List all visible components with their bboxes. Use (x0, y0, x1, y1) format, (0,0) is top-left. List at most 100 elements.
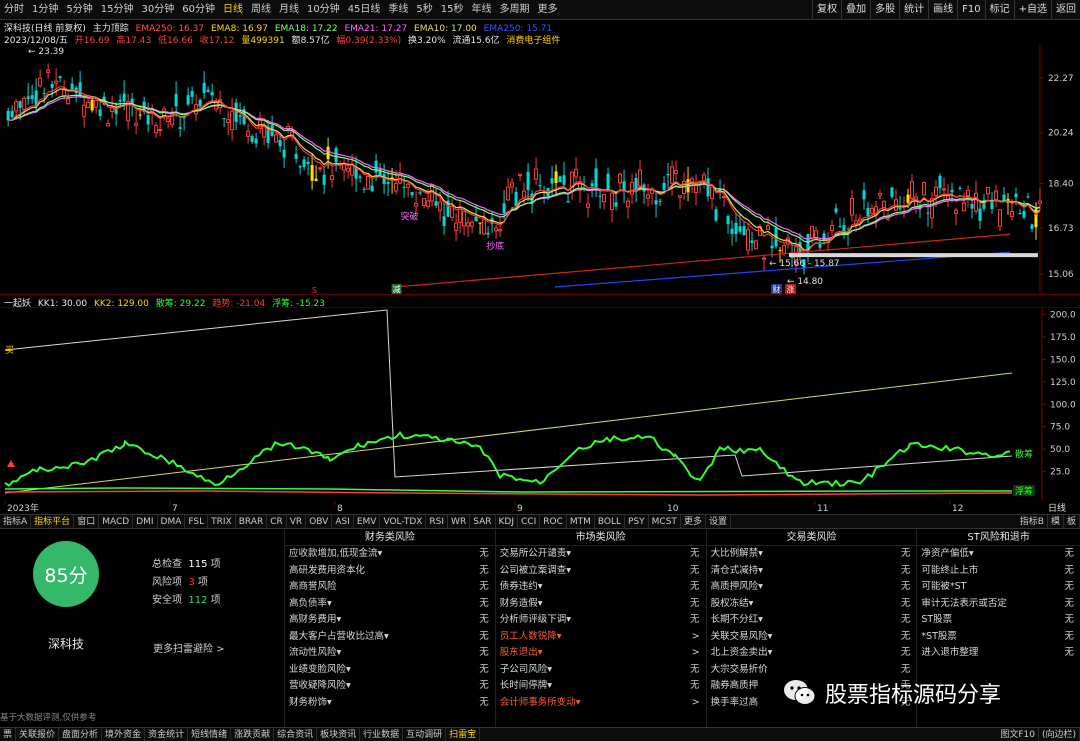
indicator-tab[interactable]: 更多 (681, 514, 706, 529)
candlestick-chart[interactable]: 22.27 20.24 18.40 16.73 15.06 ← 23.39 ← 15.66 … (0, 45, 1080, 295)
indicator-tab[interactable]: ASI (332, 514, 354, 529)
indicator-tab[interactable]: 指标A (0, 514, 32, 529)
risk-item[interactable]: 股权冻结▾ 无 (707, 596, 917, 613)
indicator-tab[interactable]: RSI (426, 514, 449, 529)
indicator-tab-right[interactable]: 模 (1048, 514, 1064, 529)
risk-item[interactable]: 财务造假▾ 无 (496, 596, 706, 613)
period-tab[interactable]: 更多 (534, 0, 562, 20)
risk-item[interactable]: 财务粉饰▾ 无 (285, 695, 495, 712)
risk-item[interactable]: *ST股票 无 (917, 629, 1080, 646)
bottom-tab[interactable]: 短线情绪 (188, 727, 232, 741)
bottom-tab[interactable]: 涨跌贡献 (231, 727, 275, 741)
period-tab[interactable]: 1分钟 (28, 0, 62, 20)
risk-item[interactable]: 高负债率▾ 无 (285, 596, 495, 613)
indicator-tab[interactable]: VR (287, 514, 307, 529)
toolbar-button[interactable]: 统计 (899, 0, 928, 20)
risk-item[interactable]: 高财务费用▾ 无 (285, 612, 495, 629)
indicator-tab[interactable]: FSL (185, 514, 209, 529)
bottom-tab[interactable]: 行业数据 (360, 727, 404, 741)
period-tab[interactable]: 15分钟 (97, 0, 138, 20)
indicator-tab[interactable]: KDJ (496, 514, 518, 529)
toolbar-button[interactable]: F10 (957, 0, 984, 20)
indicator-tab[interactable]: 指标平台 (31, 514, 75, 529)
bottom-tab[interactable]: 资金统计 (145, 727, 189, 741)
risk-item[interactable]: 流动性风险▾ 无 (285, 645, 495, 662)
indicator-tab[interactable]: WR (448, 514, 471, 529)
bottom-right-link[interactable]: (向边栏) (1039, 727, 1080, 741)
risk-item[interactable]: 北上资金卖出▾ 无 (707, 645, 917, 662)
indicator-tab[interactable]: BRAR (236, 514, 268, 529)
risk-item[interactable]: 员工人数锐降▾ > (496, 629, 706, 646)
risk-item[interactable]: 长时间停牌▾ 无 (496, 678, 706, 695)
period-tab[interactable]: 10分钟 (303, 0, 344, 20)
risk-item[interactable]: 交易所公开谴责▾ 无 (496, 546, 706, 563)
indicator-tab[interactable]: MTM (567, 514, 595, 529)
period-tab[interactable]: 5分钟 (62, 0, 96, 20)
risk-item[interactable]: 审计无法表示或否定 无 (917, 596, 1080, 613)
indicator-tab[interactable]: DMA (158, 514, 186, 529)
bottom-tab[interactable]: 综合资讯 (274, 727, 318, 741)
risk-item[interactable]: 高商誉风险 无 (285, 579, 495, 596)
risk-item[interactable]: 高质押风险▾ 无 (707, 579, 917, 596)
indicator-tab[interactable]: 设置 (706, 514, 731, 529)
risk-item[interactable]: 公司被立案调查▾ 无 (496, 563, 706, 580)
risk-item[interactable]: 会计师事务所变动▾ > (496, 695, 706, 712)
bottom-tab[interactable]: 盘面分析 (59, 727, 103, 741)
toolbar-button[interactable]: 复权 (812, 0, 841, 20)
risk-item[interactable]: 债券违约▾ 无 (496, 579, 706, 596)
indicator-tab[interactable]: CR (267, 514, 287, 529)
period-tab[interactable]: 5秒 (412, 0, 436, 20)
period-tab[interactable]: 日线 (219, 0, 247, 20)
period-tab[interactable]: 季线 (384, 0, 412, 20)
period-tab[interactable]: 年线 (468, 0, 496, 20)
risk-item[interactable]: 业绩变脸风险▾ 无 (285, 662, 495, 679)
more-scan-link[interactable]: 更多扫雷避险 > (153, 640, 225, 655)
indicator-tab[interactable]: CCI (518, 514, 541, 529)
indicator-tab[interactable]: MACD (99, 514, 134, 529)
indicator-tab[interactable]: EMV (354, 514, 381, 529)
bottom-tab[interactable]: 互动调研 (403, 727, 447, 741)
risk-item[interactable]: 分析师评级下调▾ 无 (496, 612, 706, 629)
period-tab[interactable]: 多周期 (496, 0, 534, 20)
risk-item[interactable]: 子公司风险▾ 无 (496, 662, 706, 679)
risk-item[interactable]: 营收疑降风险▾ 无 (285, 678, 495, 695)
period-tab[interactable]: 周线 (247, 0, 275, 20)
indicator-tab-right[interactable]: 指标B (1017, 514, 1048, 529)
risk-item[interactable]: 高研发费用资本化 无 (285, 563, 495, 580)
risk-item[interactable]: 净资产偏低▾ 无 (917, 546, 1080, 563)
toolbar-button[interactable]: +自选 (1013, 0, 1051, 20)
indicator-tab[interactable]: ROC (540, 514, 567, 529)
risk-item[interactable]: ST股票 无 (917, 612, 1080, 629)
indicator-tab[interactable]: VOL-TDX (380, 514, 427, 529)
period-tab[interactable]: 60分钟 (178, 0, 219, 20)
bottom-tab[interactable]: 境外资金 (102, 727, 146, 741)
toolbar-button[interactable]: 叠加 (841, 0, 870, 20)
indicator-tab[interactable]: BOLL (595, 514, 626, 529)
indicator-tab[interactable]: SAR (470, 514, 496, 529)
indicator-tab[interactable]: 窗口 (74, 514, 100, 529)
risk-item[interactable]: 可能被*ST 无 (917, 579, 1080, 596)
period-tab[interactable]: 45日线 (344, 0, 385, 20)
period-tab[interactable]: 15秒 (437, 0, 468, 20)
indicator-tab[interactable]: PSY (625, 514, 649, 529)
risk-item[interactable]: 长期不分红▾ 无 (707, 612, 917, 629)
indicator-tab-right[interactable]: 板 (1064, 514, 1080, 529)
risk-item[interactable]: 股东退出▾ > (496, 645, 706, 662)
toolbar-button[interactable]: 多股 (870, 0, 899, 20)
bottom-tab[interactable]: 关联报价 (16, 727, 60, 741)
risk-item[interactable]: 关联交易风险▾ 无 (707, 629, 917, 646)
risk-item[interactable]: 清仓式减持▾ 无 (707, 563, 917, 580)
bottom-right-link[interactable]: 图文F10 (997, 727, 1039, 741)
risk-item[interactable]: 可能终止上市 无 (917, 563, 1080, 580)
period-tab[interactable]: 月线 (275, 0, 303, 20)
toolbar-button[interactable]: 画线 (928, 0, 957, 20)
period-tab[interactable]: 30分钟 (137, 0, 178, 20)
toolbar-button[interactable]: 返回 (1051, 0, 1080, 20)
indicator-tab[interactable]: DMI (133, 514, 158, 529)
bottom-tab[interactable]: 板块资讯 (317, 727, 361, 741)
indicator-tab[interactable]: MCST (649, 514, 681, 529)
risk-item[interactable]: 进入退市整理 无 (917, 645, 1080, 662)
risk-item[interactable]: 大比例解禁▾ 无 (707, 546, 917, 563)
bottom-tab[interactable]: 票 (0, 727, 17, 741)
risk-item[interactable]: 应收款增加,低现金流▾ 无 (285, 546, 495, 563)
